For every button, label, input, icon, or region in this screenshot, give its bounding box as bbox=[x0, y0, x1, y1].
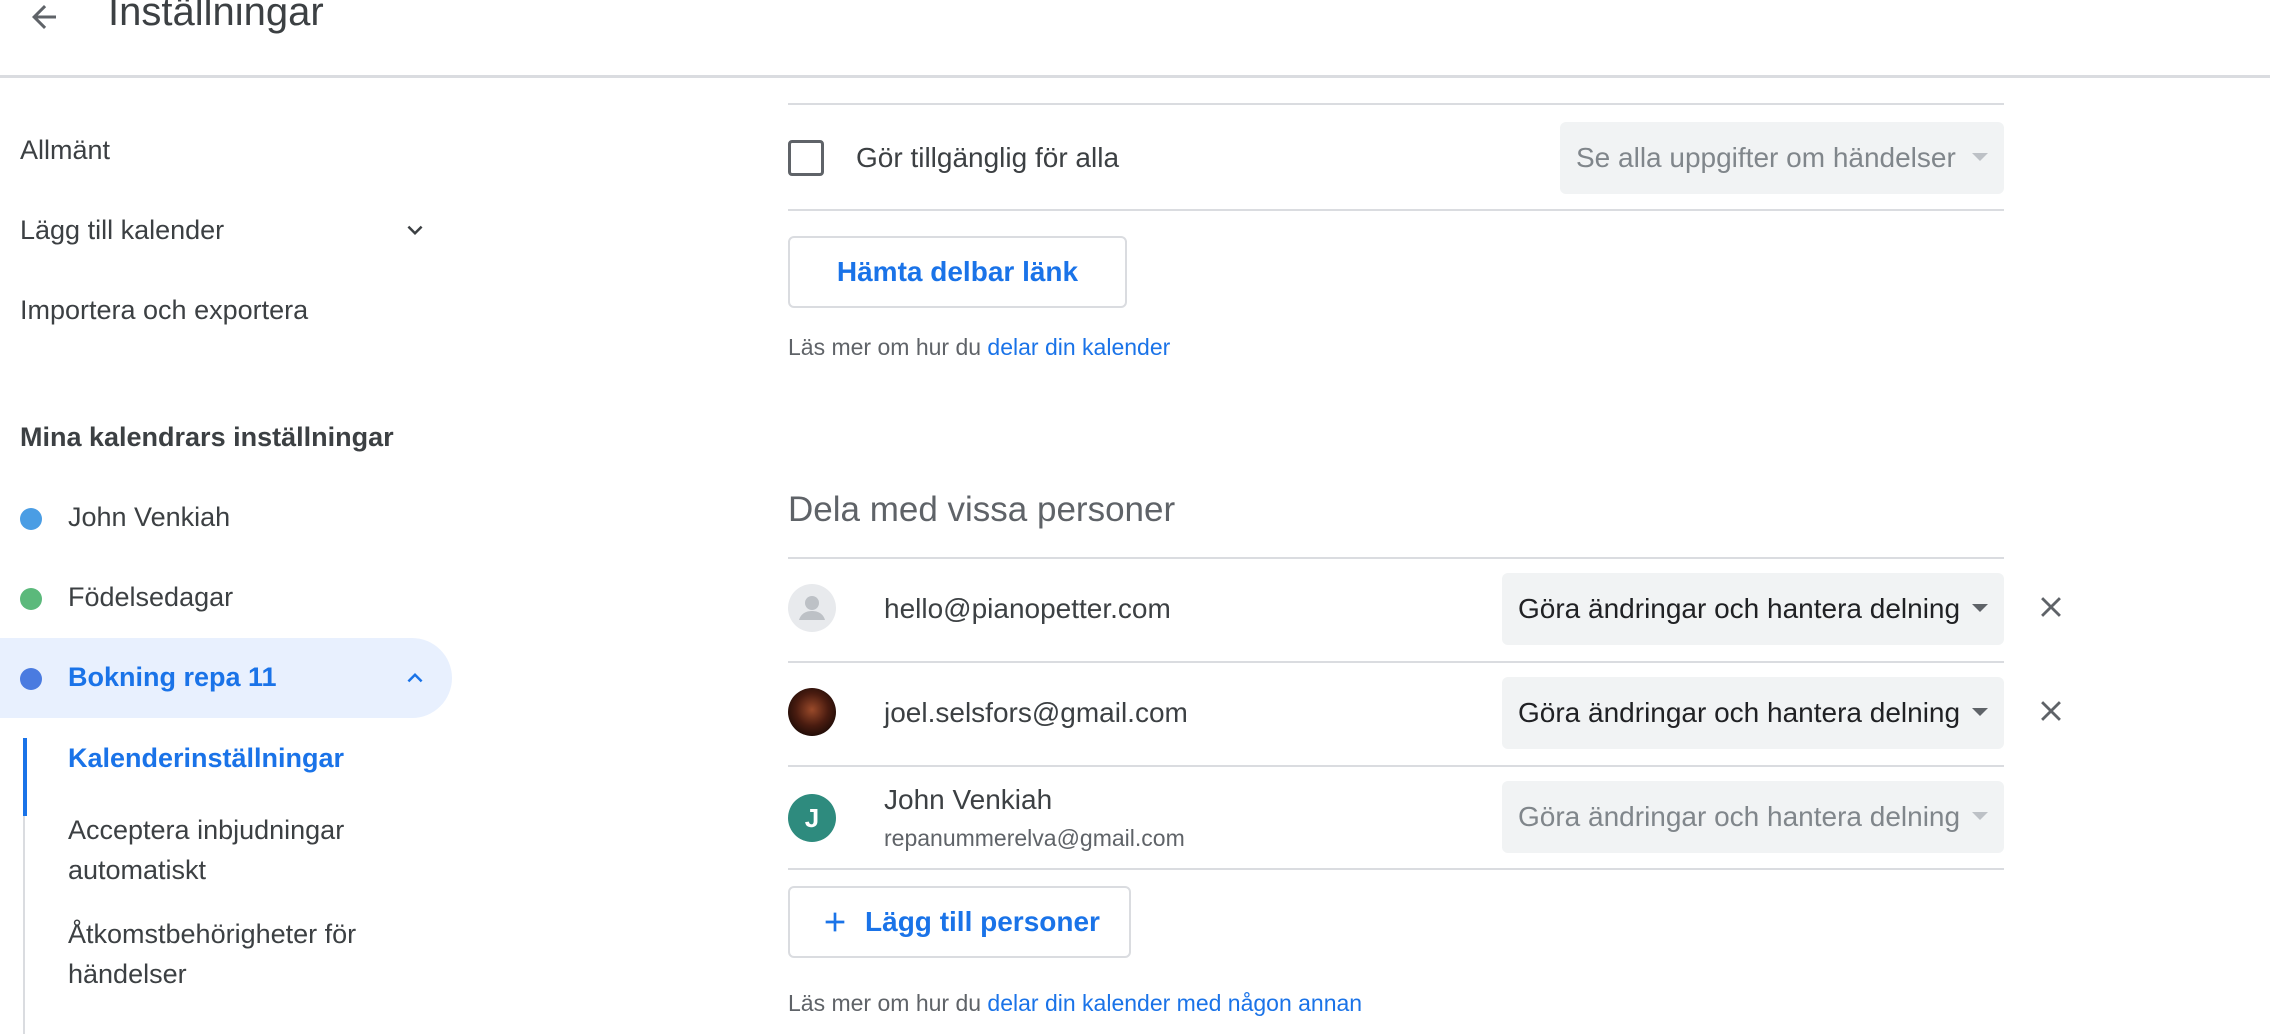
sidebar-item-label: Lägg till kalender bbox=[20, 214, 225, 245]
help-prefix: Läs mer om hur du bbox=[788, 334, 982, 360]
public-access-checkbox[interactable] bbox=[788, 140, 824, 176]
share-help-text: Läs mer om hur du delar din kalender bbox=[788, 334, 1170, 361]
public-access-label: Gör tillgänglig för alla bbox=[856, 142, 1120, 173]
my-calendars-heading: Mina kalendrars inställningar bbox=[20, 422, 394, 452]
calendar-label: Bokning repa 11 bbox=[68, 662, 277, 692]
share-help-link[interactable]: delar din kalender bbox=[987, 334, 1170, 360]
sidebar-item-label: Importera och exportera bbox=[20, 294, 309, 325]
close-icon bbox=[2041, 597, 2061, 617]
page-title: Inställningar bbox=[108, 0, 324, 34]
sidebar-subitem-auto-accept[interactable]: Acceptera inbjudningar automatiskt bbox=[68, 810, 428, 890]
divider bbox=[788, 103, 2004, 105]
help-prefix: Läs mer om hur du bbox=[788, 990, 982, 1016]
person-permission-select: Göra ändringar och hantera delning bbox=[1502, 781, 2004, 853]
person-email: repanummerelva@gmail.com bbox=[884, 825, 1185, 851]
share-people-help-text: Läs mer om hur du delar din kalender med… bbox=[788, 990, 1362, 1017]
back-button[interactable] bbox=[20, 0, 68, 34]
sidebar-item-general[interactable]: Allmänt bbox=[0, 110, 452, 190]
dropdown-caret-icon bbox=[1972, 812, 1988, 820]
select-value: Göra ändringar och hantera delning bbox=[1518, 801, 1961, 832]
avatar bbox=[788, 688, 836, 736]
dropdown-caret-icon bbox=[1972, 708, 1988, 716]
share-with-people-title: Dela med vissa personer bbox=[788, 490, 1176, 529]
sidebar-calendar-birthdays[interactable]: Födelsedagar bbox=[0, 558, 452, 638]
person-icon bbox=[799, 596, 825, 620]
get-share-link-button[interactable]: Hämta delbar länk bbox=[788, 236, 1127, 308]
person-permission-select[interactable]: Göra ändringar och hantera delning bbox=[1502, 573, 2004, 645]
divider bbox=[788, 209, 2004, 211]
active-subitem-indicator bbox=[23, 738, 27, 816]
public-permission-select[interactable]: Se alla uppgifter om händelser bbox=[1560, 122, 2004, 194]
person-email: joel.selsfors@gmail.com bbox=[884, 697, 1188, 728]
share-people-help-link[interactable]: delar din kalender med någon annan bbox=[987, 990, 1362, 1016]
select-value: Göra ändringar och hantera delning bbox=[1518, 593, 1961, 624]
chevron-up-icon bbox=[407, 673, 423, 683]
person-permission-select[interactable]: Göra ändringar och hantera delning bbox=[1502, 677, 2004, 749]
arrow-back-icon bbox=[32, 5, 56, 29]
chevron-down-icon bbox=[407, 225, 423, 235]
dropdown-caret-icon bbox=[1972, 604, 1988, 612]
sidebar-item-label: Allmänt bbox=[20, 134, 111, 165]
sidebar-subitem-calendar-settings[interactable]: Kalenderinställningar bbox=[68, 738, 428, 778]
sidebar-subitem-event-permissions[interactable]: Åtkomstbehörigheter för händelser bbox=[68, 914, 428, 994]
calendar-label: Födelsedagar bbox=[68, 582, 234, 612]
subitem-rail bbox=[23, 816, 25, 1034]
calendar-label: John Venkiah bbox=[68, 502, 231, 532]
add-people-button[interactable]: Lägg till personer bbox=[788, 886, 1131, 958]
avatar: J bbox=[788, 794, 836, 842]
divider bbox=[788, 868, 2004, 870]
sidebar-calendar-john-venkiah[interactable]: John Venkiah bbox=[0, 478, 452, 558]
person-name: John Venkiah bbox=[884, 784, 1053, 815]
select-value: Göra ändringar och hantera delning bbox=[1518, 697, 1961, 728]
sidebar-item-import-export[interactable]: Importera och exportera bbox=[0, 270, 452, 350]
top-app-bar: Inställningar bbox=[0, 0, 2270, 78]
calendar-color-dot bbox=[20, 668, 42, 690]
add-people-label: Lägg till personer bbox=[865, 906, 1100, 937]
remove-person-button[interactable] bbox=[2022, 578, 2080, 636]
person-email: hello@pianopetter.com bbox=[884, 593, 1171, 624]
calendar-color-dot bbox=[20, 588, 42, 610]
avatar bbox=[788, 584, 836, 632]
sidebar-calendar-bokning-repa-11[interactable]: Bokning repa 11 bbox=[0, 638, 452, 718]
select-value: Se alla uppgifter om händelser bbox=[1576, 142, 1956, 173]
sidebar-item-add-calendar[interactable]: Lägg till kalender bbox=[0, 190, 452, 270]
calendar-color-dot bbox=[20, 508, 42, 530]
plus-icon bbox=[825, 912, 845, 932]
remove-person-button[interactable] bbox=[2022, 682, 2080, 740]
dropdown-caret-icon bbox=[1972, 153, 1988, 161]
close-icon bbox=[2041, 701, 2061, 721]
